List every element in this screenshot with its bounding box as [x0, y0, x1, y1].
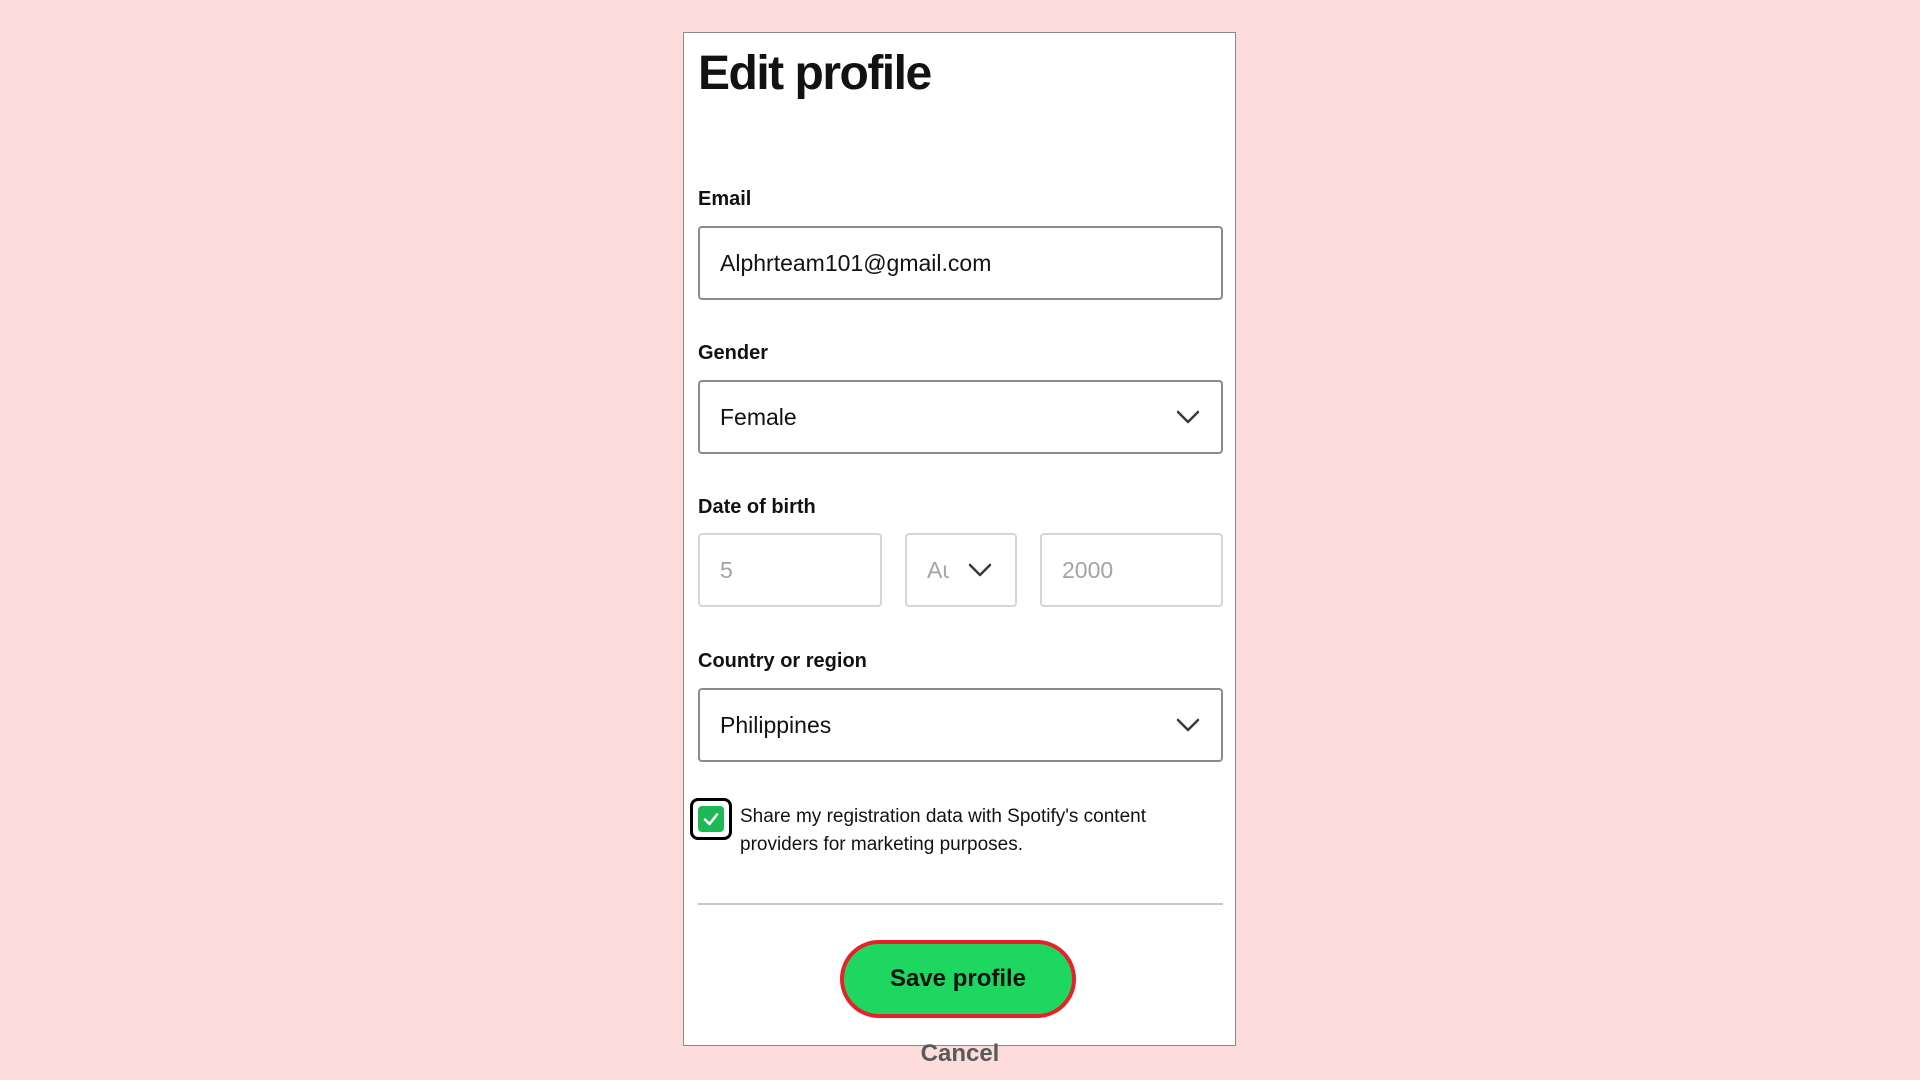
save-profile-button[interactable]: Save profile — [840, 940, 1076, 1018]
birth-day-value: 5 — [720, 556, 733, 583]
marketing-consent-checkbox[interactable] — [690, 798, 732, 840]
marketing-consent-label: Share my registration data with Spotify'… — [740, 806, 1146, 855]
email-label: Email — [698, 188, 752, 210]
birth-year-input[interactable]: 2000 — [1040, 533, 1223, 607]
chevron-down-icon — [1176, 718, 1200, 732]
country-label: Country or region — [698, 650, 867, 672]
birth-day-input[interactable]: 5 — [698, 533, 882, 607]
date-of-birth-label: Date of birth — [698, 496, 816, 518]
chevron-down-icon — [968, 563, 992, 577]
edit-profile-panel: Edit profile Email Alphrteam101@gmail.co… — [683, 32, 1236, 1067]
country-select[interactable]: Philippines — [698, 688, 1223, 762]
gender-value: Female — [720, 403, 797, 430]
gender-label: Gender — [698, 342, 769, 364]
birth-year-value: 2000 — [1062, 556, 1114, 583]
email-value: Alphrteam101@gmail.com — [720, 249, 992, 276]
checkmark-icon — [703, 813, 719, 826]
country-value: Philippines — [720, 711, 832, 738]
birth-month-select[interactable]: Au — [905, 533, 1017, 607]
page-title: Edit profile — [698, 47, 932, 100]
checkbox-checked — [698, 806, 724, 832]
cancel-button[interactable]: Cancel — [870, 1036, 1050, 1072]
birth-month-value: Au — [927, 556, 949, 583]
divider — [698, 903, 1223, 905]
chevron-down-icon — [1176, 410, 1200, 424]
gender-select[interactable]: Female — [698, 380, 1223, 454]
email-field[interactable]: Alphrteam101@gmail.com — [698, 226, 1223, 300]
